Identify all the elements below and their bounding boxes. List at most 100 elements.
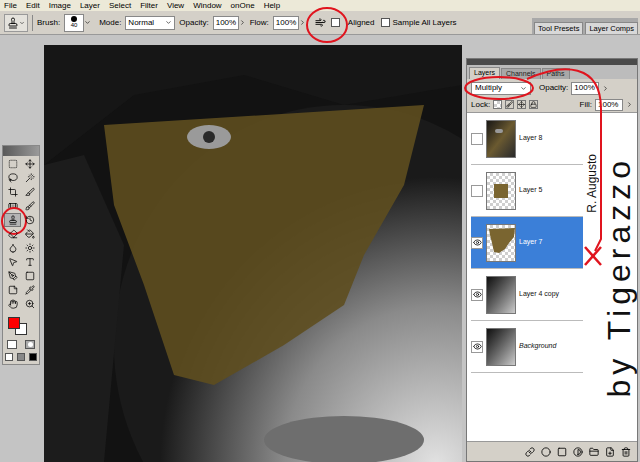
tool-button[interactable] — [21, 297, 38, 311]
visibility-toggle[interactable] — [471, 185, 483, 197]
opacity-field[interactable]: 100% — [571, 82, 599, 95]
lock-transparency-button[interactable] — [493, 100, 502, 109]
tool-button[interactable] — [4, 213, 21, 227]
tool-button[interactable] — [21, 171, 38, 185]
blend-mode-select[interactable]: Multiply — [471, 82, 531, 95]
layer-mask-icon[interactable] — [557, 447, 567, 457]
opacity-label: Opacity: — [179, 17, 208, 29]
tool-button[interactable] — [21, 241, 38, 255]
tool-button[interactable] — [4, 269, 21, 283]
panel-tab[interactable]: Layers — [469, 67, 500, 79]
opacity-field[interactable]: 100% — [213, 16, 246, 30]
menu-item[interactable]: Window — [193, 0, 221, 11]
checkbox-label[interactable]: Aligned — [348, 17, 375, 29]
screen-mode-button[interactable] — [17, 353, 25, 361]
tool-button[interactable] — [4, 157, 21, 171]
menu-item[interactable]: Select — [109, 0, 131, 11]
quick-mask-button[interactable] — [25, 340, 35, 349]
checkbox[interactable] — [331, 18, 340, 27]
tool-button[interactable] — [4, 227, 21, 241]
tool-button[interactable] — [4, 255, 21, 269]
path-select-icon — [8, 257, 18, 267]
brush-icon — [25, 201, 35, 211]
dodge-icon — [25, 243, 35, 253]
eyedropper-icon — [25, 285, 35, 295]
new-layer-icon[interactable] — [605, 447, 615, 457]
adjustment-layer-icon[interactable] — [573, 447, 583, 457]
lock-label: Lock: — [471, 99, 490, 111]
layer-style-icon[interactable] — [541, 447, 551, 457]
screen-mode-button[interactable] — [29, 353, 37, 361]
palette-well-tab[interactable]: Layer Comps — [585, 22, 638, 34]
lock-all-button[interactable] — [529, 100, 538, 109]
brush-picker[interactable]: 40 — [64, 14, 91, 32]
checkbox-row: Sample All Layers — [381, 17, 457, 29]
tool-button[interactable] — [21, 157, 38, 171]
tool-button[interactable] — [4, 199, 21, 213]
visibility-toggle[interactable] — [471, 133, 483, 145]
visibility-toggle[interactable] — [471, 289, 483, 301]
checkbox-label[interactable]: Sample All Layers — [393, 17, 457, 29]
menu-item[interactable]: Image — [49, 0, 71, 11]
marquee-icon — [8, 159, 18, 169]
palette-well-tab[interactable]: Tool Presets — [534, 22, 583, 34]
layer-row[interactable]: Layer 4 copy — [471, 269, 583, 321]
lock-position-button[interactable] — [517, 100, 526, 109]
airbrush-button[interactable] — [314, 16, 328, 30]
menu-item[interactable]: onOne — [231, 0, 255, 11]
link-icon[interactable] — [525, 447, 535, 457]
layer-thumbnail — [486, 120, 516, 158]
menu-item[interactable]: Layer — [80, 0, 100, 11]
tool-button[interactable] — [21, 269, 38, 283]
visibility-toggle[interactable] — [471, 237, 483, 249]
flow-field[interactable]: 100% — [273, 16, 306, 30]
flow-label: Flow: — [250, 17, 269, 29]
tool-button[interactable] — [4, 241, 21, 255]
checkbox[interactable] — [381, 18, 390, 27]
tool-grid — [3, 156, 39, 311]
tool-button[interactable] — [21, 185, 38, 199]
watermark-sub: R. Augusto — [585, 129, 599, 237]
menu-item[interactable]: Help — [264, 0, 280, 11]
panel-tab[interactable]: Channels — [501, 68, 541, 79]
tool-button[interactable] — [21, 283, 38, 297]
healing-icon — [8, 201, 18, 211]
eraser-icon — [8, 229, 18, 239]
mode-select[interactable]: Normal — [125, 16, 175, 30]
tool-button[interactable] — [4, 171, 21, 185]
screen-mode-button[interactable] — [5, 353, 13, 361]
fill-field[interactable]: 100% — [595, 99, 623, 111]
layer-row[interactable]: Background — [471, 321, 583, 373]
canvas[interactable] — [44, 45, 462, 462]
tool-button[interactable] — [4, 283, 21, 297]
mode-label: Mode: — [99, 17, 121, 29]
foreground-color[interactable] — [8, 317, 20, 329]
layer-row[interactable]: Layer 7 — [471, 217, 583, 269]
delete-layer-icon[interactable] — [621, 447, 631, 457]
blend-row: MultiplyOpacity:100% — [467, 79, 637, 97]
visibility-toggle[interactable] — [471, 341, 483, 353]
menu-item[interactable]: Filter — [140, 0, 158, 11]
panel-tab[interactable]: Paths — [542, 68, 570, 79]
tool-button[interactable] — [21, 255, 38, 269]
tool-button[interactable] — [21, 213, 38, 227]
tool-button[interactable] — [4, 185, 21, 199]
menu-bar: File Edit Image Layer Select Filter View Window… — [0, 0, 640, 11]
panel-tabs: LayersChannelsPaths — [467, 65, 637, 79]
tool-preset-picker[interactable] — [4, 14, 28, 32]
tool-button[interactable] — [21, 227, 38, 241]
menu-item[interactable]: Edit — [26, 0, 40, 11]
menu-item[interactable]: View — [167, 0, 184, 11]
standard-mode-button[interactable] — [7, 340, 17, 349]
tool-button[interactable] — [21, 199, 38, 213]
fill-group: Fill:100% — [580, 99, 633, 111]
lock-pixels-button[interactable] — [505, 100, 514, 109]
group-icon[interactable] — [589, 447, 599, 457]
layers-panel: LayersChannelsPathsMultiplyOpacity:100%L… — [466, 58, 638, 462]
layer-row[interactable]: Layer 8 — [471, 113, 583, 165]
tool-button[interactable] — [4, 297, 21, 311]
layer-row[interactable]: Layer 5 — [471, 165, 583, 217]
toolbox-header[interactable] — [3, 146, 39, 156]
menu-item[interactable]: File — [4, 0, 17, 11]
layer-thumbnail — [486, 276, 516, 314]
